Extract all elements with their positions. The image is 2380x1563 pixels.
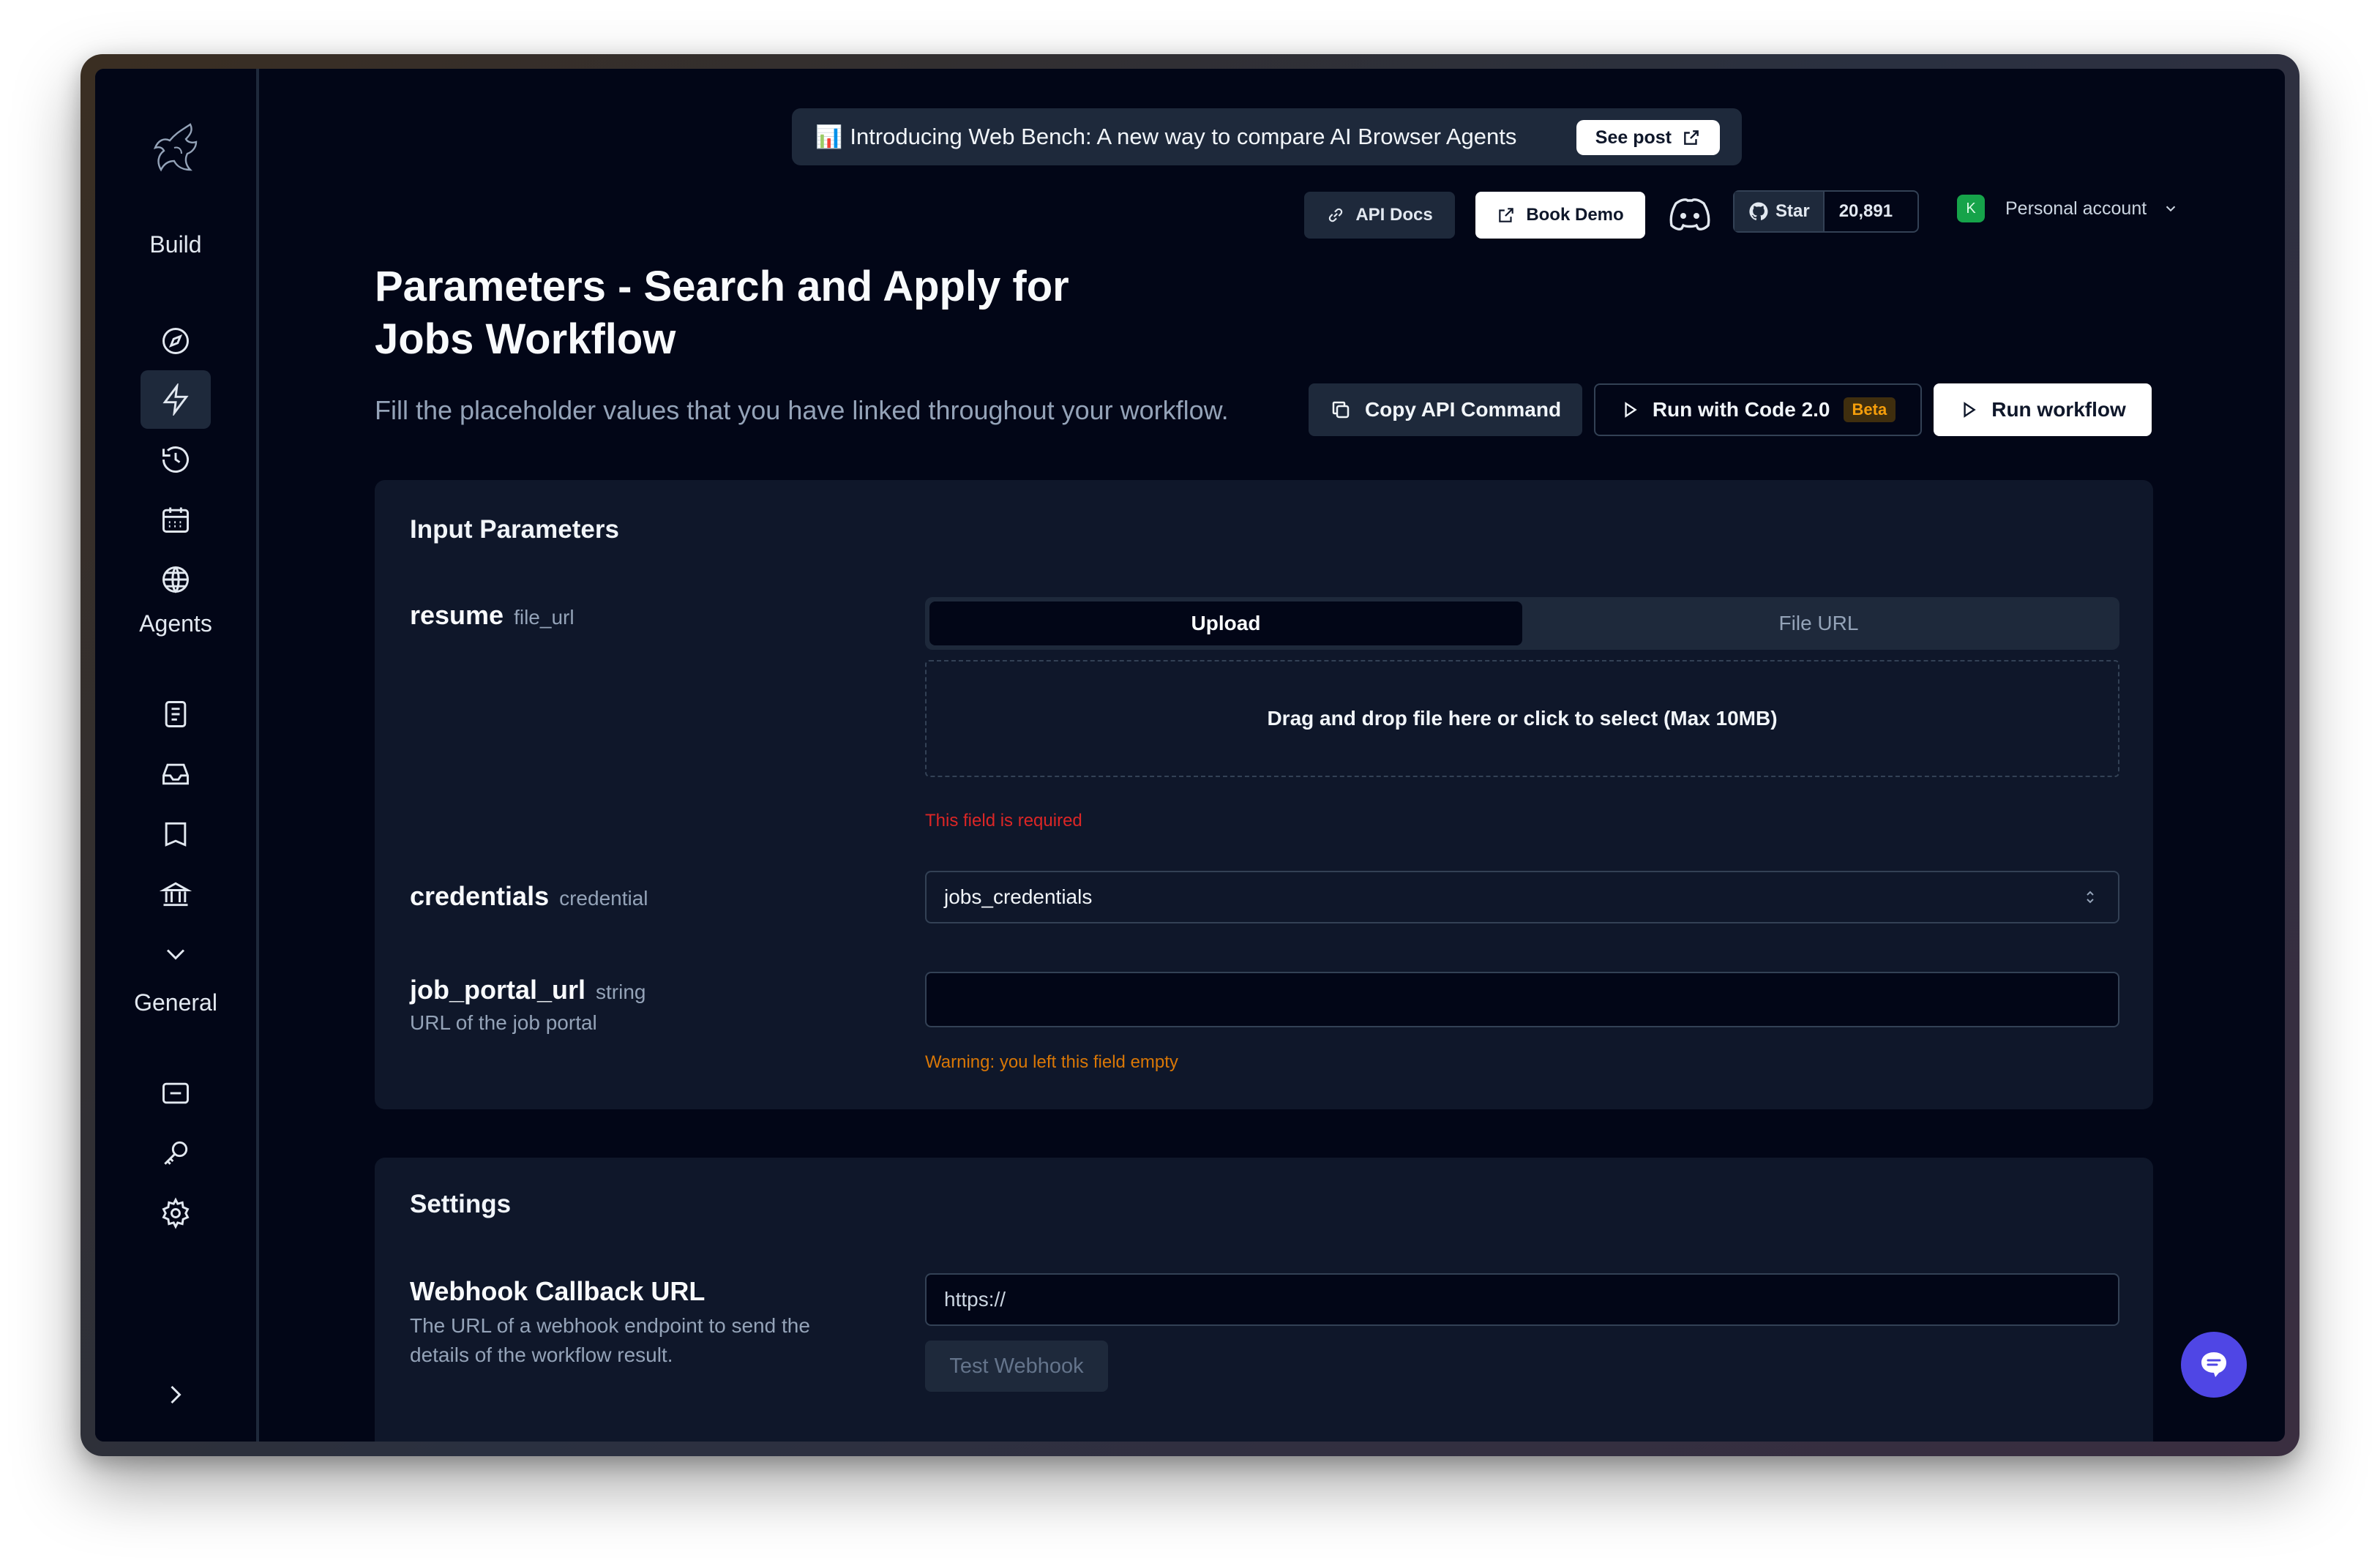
param-resume: resume file_url (410, 600, 575, 631)
settings-title: Settings (410, 1190, 512, 1218)
bolt-icon[interactable] (141, 370, 211, 429)
copy-api-command-button[interactable]: Copy API Command (1309, 383, 1582, 436)
gear-icon[interactable] (141, 1184, 211, 1242)
history-icon[interactable] (141, 430, 211, 489)
app-root: Build Agents General 📊 Introducing Web B… (95, 69, 2285, 1442)
param-resume-type: file_url (514, 606, 575, 629)
chart-icon: 📊 (815, 124, 843, 149)
copy-api-label: Copy API Command (1364, 398, 1562, 421)
link-icon (1329, 208, 1343, 222)
credentials-value: jobs_credentials (944, 885, 1093, 908)
chevron-right-icon[interactable] (141, 1365, 211, 1424)
webhook-label: Webhook Callback URL (410, 1276, 706, 1306)
beta-badge: Beta (1843, 397, 1896, 422)
play-icon (1625, 402, 1637, 418)
chat-support-button[interactable] (2181, 1332, 2247, 1398)
param-job-portal-url-desc: URL of the job portal (410, 1011, 597, 1034)
account-switcher[interactable]: K Personal account (1957, 195, 2179, 222)
webhook-url-input[interactable]: https:// (925, 1273, 2119, 1326)
chevron-down-icon (2166, 206, 2176, 212)
job-portal-url-warning: Warning: you left this field empty (925, 1052, 1178, 1072)
see-post-label: See post (1595, 127, 1672, 148)
resume-error: This field is required (925, 811, 1082, 831)
run-code-label: Run with Code 2.0 (1652, 398, 1830, 421)
book-demo-button[interactable]: Book Demo (1475, 192, 1645, 239)
calendar-icon[interactable] (141, 490, 211, 549)
page-title: Parameters - Search and Apply for Jobs W… (375, 263, 1069, 363)
run-with-code-button[interactable]: Run with Code 2.0 Beta (1594, 383, 1922, 436)
external-link-icon (1684, 130, 1699, 145)
see-post-button[interactable]: See post (1576, 120, 1720, 155)
github-star-button[interactable]: Star (1735, 192, 1825, 231)
bank-icon[interactable] (141, 865, 211, 923)
credentials-select[interactable]: jobs_credentials (925, 871, 2119, 923)
param-credentials-type: credential (559, 887, 648, 910)
file-dropzone[interactable]: Drag and drop file here or click to sele… (925, 660, 2119, 777)
card-icon[interactable] (141, 1064, 211, 1122)
settings-card: Settings Webhook Callback URL The URL of… (375, 1158, 2153, 1442)
book-demo-label: Book Demo (1526, 205, 1624, 225)
app-window: Build Agents General 📊 Introducing Web B… (81, 54, 2299, 1456)
compass-icon[interactable] (141, 312, 211, 370)
external-link-icon (1499, 208, 1514, 222)
webhook-description: The URL of a webhook endpoint to send th… (410, 1314, 810, 1366)
document-icon[interactable] (141, 685, 211, 743)
api-docs-label: API Docs (1355, 205, 1433, 225)
github-star-count: 20,891 (1838, 201, 1893, 221)
inbox-icon[interactable] (141, 745, 211, 803)
avatar: K (1957, 195, 1985, 222)
github-star-label: Star (1775, 201, 1810, 221)
sidebar-section-build: Build (149, 231, 202, 258)
github-star-widget[interactable]: Star 20,891 (1733, 190, 1919, 233)
announcement-text: Introducing Web Bench: A new way to comp… (850, 124, 1517, 149)
chevron-down-icon[interactable] (141, 925, 211, 983)
book-icon[interactable] (141, 805, 211, 863)
sidebar: Build Agents General (95, 69, 259, 1442)
job-portal-url-input[interactable] (925, 972, 2119, 1027)
copy-icon (1332, 401, 1350, 419)
run-workflow-button[interactable]: Run workflow (1934, 383, 2152, 436)
sidebar-section-agents: Agents (139, 610, 212, 637)
announcement-banner: 📊 Introducing Web Bench: A new way to co… (792, 108, 1742, 165)
page-subtitle: Fill the placeholder values that you hav… (375, 395, 1229, 425)
param-credentials: credentials credential (410, 881, 648, 912)
tab-upload[interactable]: Upload (929, 601, 1522, 645)
discord-icon[interactable] (1667, 193, 1713, 236)
api-docs-button[interactable]: API Docs (1304, 192, 1455, 239)
key-icon[interactable] (141, 1124, 211, 1182)
globe-icon[interactable] (141, 550, 211, 609)
tab-file-url[interactable]: File URL (1522, 601, 2115, 645)
chevrons-up-down-icon (2087, 891, 2094, 904)
account-label: Personal account (2005, 198, 2147, 219)
run-workflow-label: Run workflow (1991, 398, 2126, 421)
param-job-portal-url: job_portal_url string (410, 975, 646, 1005)
param-resume-name: resume (410, 600, 504, 630)
param-job-portal-url-name: job_portal_url (410, 975, 586, 1005)
param-job-portal-url-type: string (596, 981, 646, 1003)
test-webhook-button[interactable]: Test Webhook (925, 1341, 1108, 1392)
resume-tabs: Upload File URL (925, 597, 2119, 650)
input-parameters-title: Input Parameters (410, 515, 619, 544)
input-parameters-card: Input Parameters resume file_url Upload F… (375, 480, 2153, 1109)
param-credentials-name: credentials (410, 881, 550, 911)
logo-icon[interactable] (145, 119, 206, 180)
github-icon (1749, 202, 1768, 220)
chat-icon (2201, 1352, 2226, 1377)
play-icon (1964, 402, 1976, 418)
sidebar-section-general: General (134, 989, 217, 1016)
